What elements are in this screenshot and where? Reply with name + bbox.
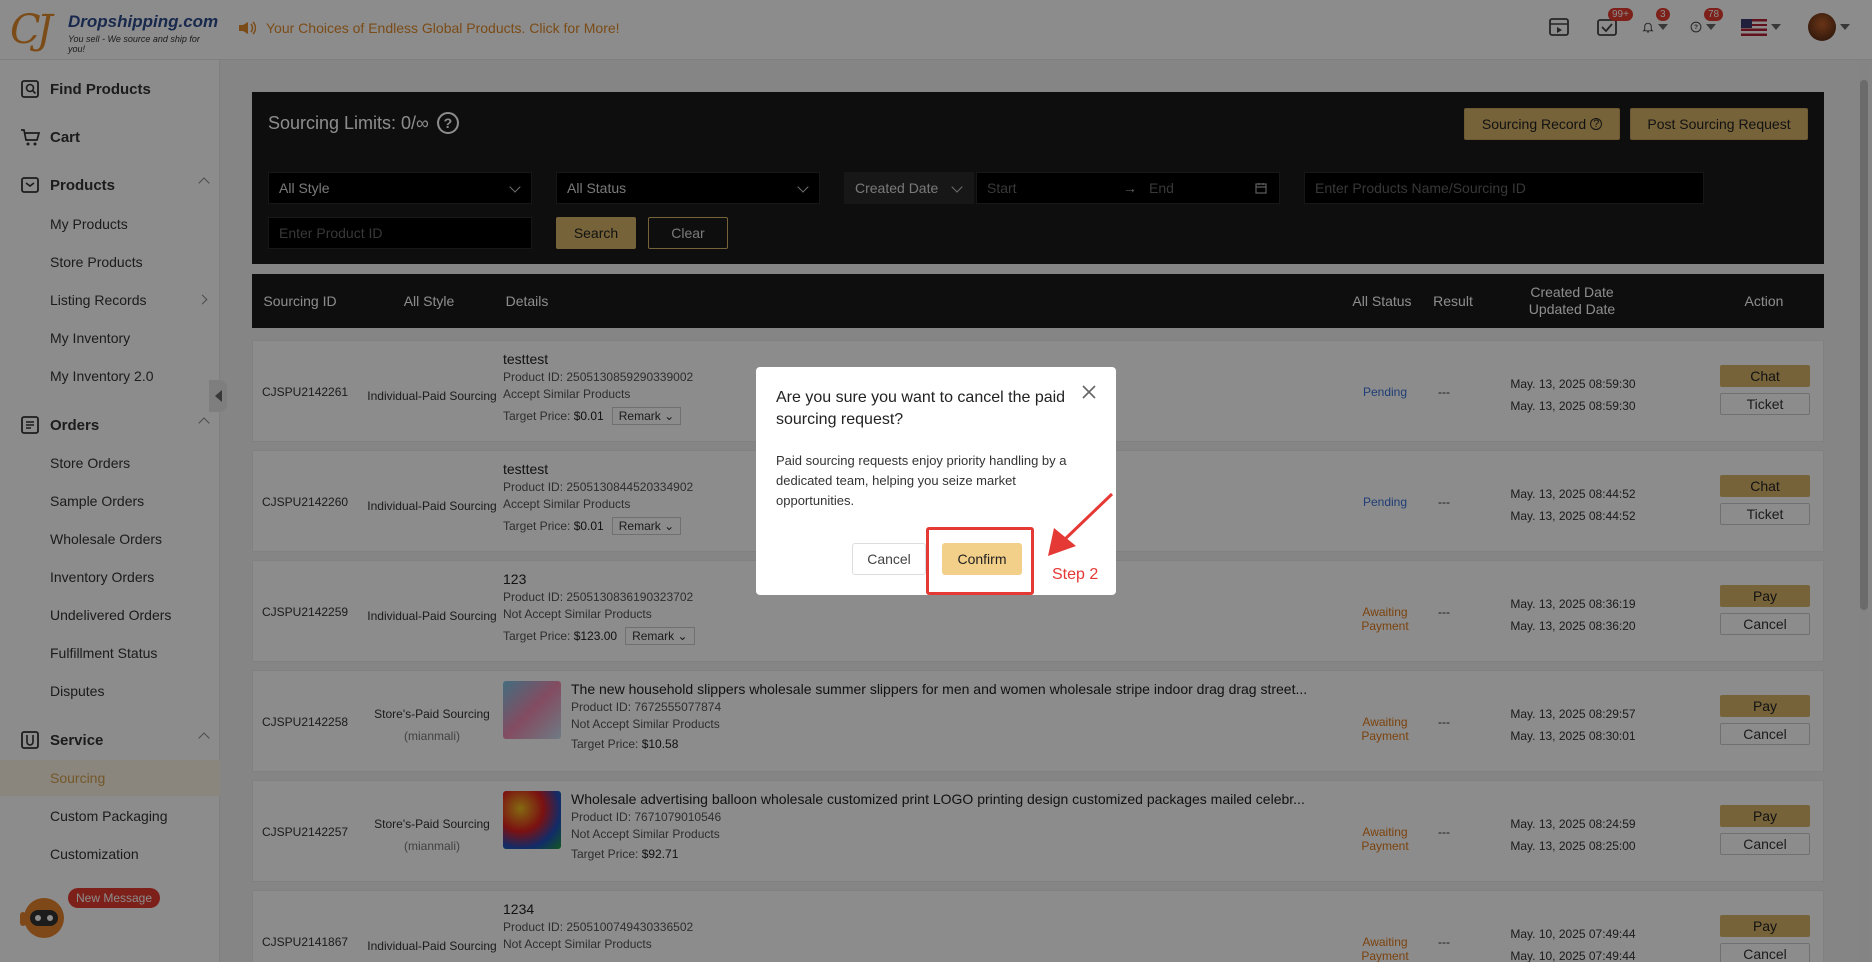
annotation-arrow-icon bbox=[1048, 492, 1114, 556]
confirm-highlight-box bbox=[926, 527, 1034, 595]
close-icon[interactable] bbox=[1080, 383, 1098, 401]
dialog-cancel-button[interactable]: Cancel bbox=[852, 543, 926, 575]
button-label: Cancel bbox=[867, 551, 911, 567]
dialog-title: Are you sure you want to cancel the paid… bbox=[776, 389, 1066, 428]
step-annotation: Step 2 bbox=[1052, 566, 1099, 583]
